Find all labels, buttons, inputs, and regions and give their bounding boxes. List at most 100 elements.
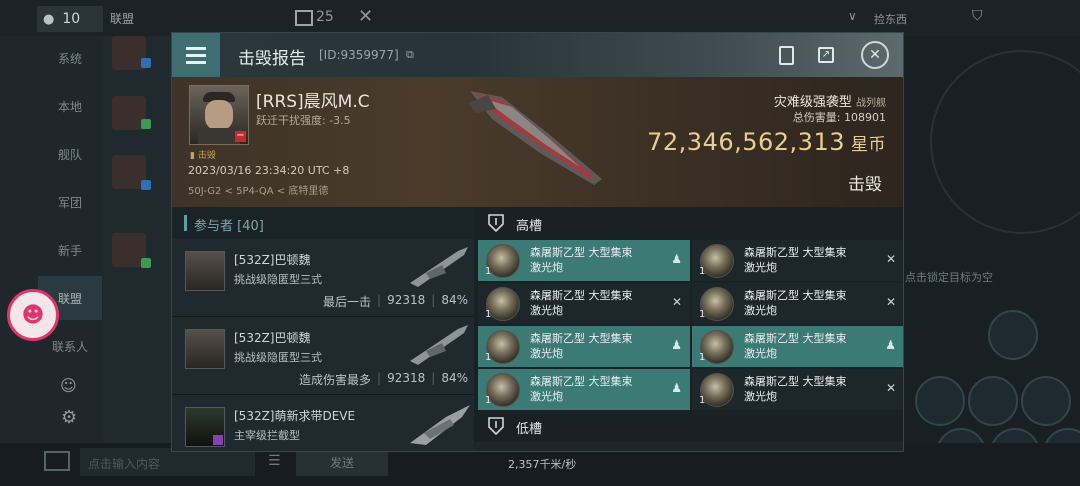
member-badge: [141, 180, 151, 190]
list-icon[interactable]: ☰: [268, 453, 281, 469]
window-icon[interactable]: [295, 10, 313, 26]
channel-tab[interactable]: 联盟: [110, 10, 134, 27]
participant-name: [532Z]巴顿魏: [234, 331, 311, 345]
participant-row[interactable]: [532Z]巴顿魏 挑战级隐匿型三式 最后一击 | 92318 | 84%: [172, 239, 474, 317]
dropped-icon: ♟: [885, 338, 896, 352]
dropped-icon: ♟: [671, 381, 682, 395]
chevron-down-icon[interactable]: ∨: [848, 9, 857, 23]
participant-avatar: [185, 251, 225, 291]
clipboard-button[interactable]: [772, 41, 800, 69]
participant-ship-image: [410, 247, 468, 287]
module-button[interactable]: [915, 376, 965, 426]
member-badge: [141, 258, 151, 268]
participant-avatar: [185, 329, 225, 369]
participant-name: [532Z]巴顿魏: [234, 253, 311, 267]
face-icon: ☻: [21, 302, 45, 328]
module-slot[interactable]: 1 森屠斯乙型 大型集束 激光炮 ✕: [692, 283, 903, 324]
kill-tag: ▮ 击毁: [190, 151, 216, 161]
chat-input[interactable]: 点击输入内容: [80, 448, 255, 476]
module-name: 森屠斯乙型 大型集束 激光炮: [530, 332, 633, 360]
victim-status-badge: −: [235, 130, 246, 142]
kill-report-dialog: 击毁报告 [ID:9359977] ⧉ ↗ ✕ − [RRS]晨风M.C 跃迁干…: [171, 32, 904, 452]
sidebar-item-system[interactable]: 系统: [38, 36, 102, 80]
sidebar-item-fleet[interactable]: 舰队: [38, 132, 102, 176]
sidebar-item-local[interactable]: 本地: [38, 84, 102, 128]
module-name: 森屠斯乙型 大型集束 激光炮: [530, 246, 633, 274]
high-slot-header: 高槽: [474, 207, 903, 239]
header-accent: [184, 215, 187, 231]
total-damage: 总伤害量: 108901: [792, 111, 886, 124]
participants-title: 参与者 [40]: [194, 219, 264, 234]
dropped-icon: ♟: [671, 252, 682, 266]
shield-icon: [488, 214, 504, 232]
participant-ship-image: [410, 325, 468, 365]
sidebar-item-rookie[interactable]: 新手: [38, 228, 102, 272]
speed-readout: 2,357千米/秒: [508, 458, 577, 471]
participant-name: [532Z]萌新求带DEVE: [234, 409, 356, 423]
module-name: 森屠斯乙型 大型集束 激光炮: [744, 289, 847, 317]
participant-row[interactable]: [532Z]巴顿魏 挑战级隐匿型三式 造成伤害最多 | 92318 | 84%: [172, 317, 474, 395]
kill-result: 击毁: [848, 175, 882, 195]
low-slot-header: 低槽: [474, 410, 903, 442]
sidebar-item-corp[interactable]: 军团: [38, 180, 102, 224]
keyboard-icon[interactable]: [44, 451, 70, 471]
module-slot[interactable]: 1 森屠斯乙型 大型集束 激光炮 ✕: [692, 369, 903, 410]
participant-ship: 挑战级隐匿型三式: [234, 351, 322, 364]
participant-badge: [213, 435, 223, 445]
search-hint[interactable]: 捡东西: [874, 11, 907, 27]
module-slot[interactable]: 1 森屠斯乙型 大型集束 激光炮 ✕: [692, 240, 903, 281]
destroyed-icon: ✕: [885, 295, 896, 309]
module-slot[interactable]: 1 森屠斯乙型 大型集束 激光炮 ♟: [478, 326, 690, 367]
destroyed-icon: ✕: [885, 252, 896, 266]
floating-assistant-button[interactable]: ☻: [7, 289, 59, 341]
module-name: 森屠斯乙型 大型集束 激光炮: [744, 246, 847, 274]
dropped-icon: ♟: [671, 338, 682, 352]
target-hint: 点击锁定目标为空: [905, 271, 993, 284]
send-button[interactable]: 发送: [296, 448, 388, 476]
module-quantity: 1: [485, 352, 492, 363]
module-quantity: 1: [699, 266, 706, 277]
participant-stats: 造成伤害最多 | 92318 | 84%: [299, 371, 468, 387]
destroyed-icon: ✕: [885, 381, 896, 395]
participant-ship: 挑战级隐匿型三式: [234, 273, 322, 286]
participant-stats: 最后一击 | 92318 | 84%: [323, 293, 468, 309]
menu-button[interactable]: [172, 33, 220, 77]
module-quantity: 1: [485, 266, 492, 277]
channel-count: 25: [316, 9, 334, 25]
destroyed-icon: ✕: [671, 295, 682, 309]
isk-value: 72,346,562,313 星币: [647, 128, 886, 156]
victim-name[interactable]: [RRS]晨风M.C: [256, 87, 370, 112]
chat-count[interactable]: ● 10: [37, 6, 103, 32]
module-slot[interactable]: 1 森屠斯乙型 大型集束 激光炮 ♟: [478, 240, 690, 281]
copy-icon[interactable]: ⧉: [406, 48, 414, 62]
module-quantity: 1: [699, 309, 706, 320]
close-button[interactable]: ✕: [861, 41, 889, 69]
low-slot-row: [474, 442, 903, 451]
gear-icon[interactable]: ⚙: [61, 407, 77, 428]
module-name: 森屠斯乙型 大型集束 激光炮: [530, 289, 633, 317]
action-button[interactable]: [988, 310, 1038, 360]
close-channel-icon[interactable]: ✕: [358, 6, 373, 27]
module-button[interactable]: [1021, 376, 1071, 426]
share-icon: ↗: [818, 47, 834, 63]
module-quantity: 1: [699, 352, 706, 363]
member-badge: [141, 119, 151, 129]
module-slot[interactable]: 1 森屠斯乙型 大型集束 激光炮 ✕: [478, 283, 690, 324]
module-quantity: 1: [699, 395, 706, 406]
module-button[interactable]: [968, 376, 1018, 426]
filter-icon[interactable]: ⛉: [972, 8, 983, 24]
warp-disrupt-strength: 跃迁干扰强度: -3.5: [256, 114, 351, 127]
share-button[interactable]: ↗: [812, 41, 840, 69]
report-id: [ID:9359977]: [319, 48, 399, 62]
participant-ship-image: [410, 405, 470, 445]
contact-icon[interactable]: ☺: [60, 376, 77, 395]
kill-timestamp: 2023/03/16 23:34:20 UTC +8: [188, 164, 350, 177]
module-slot[interactable]: 1 森屠斯乙型 大型集束 激光炮 ♟: [692, 326, 903, 367]
participant-ship: 主宰级拦截型: [234, 429, 300, 442]
member-badge: [141, 58, 151, 68]
module-name: 森屠斯乙型 大型集束 激光炮: [530, 375, 633, 403]
victim-ship-image: [468, 91, 602, 185]
module-slot[interactable]: 1 森屠斯乙型 大型集束 激光炮 ♟: [478, 369, 690, 410]
participant-row[interactable]: [532Z]萌新求带DEVE 主宰级拦截型: [172, 395, 474, 451]
shield-icon: [488, 417, 504, 435]
